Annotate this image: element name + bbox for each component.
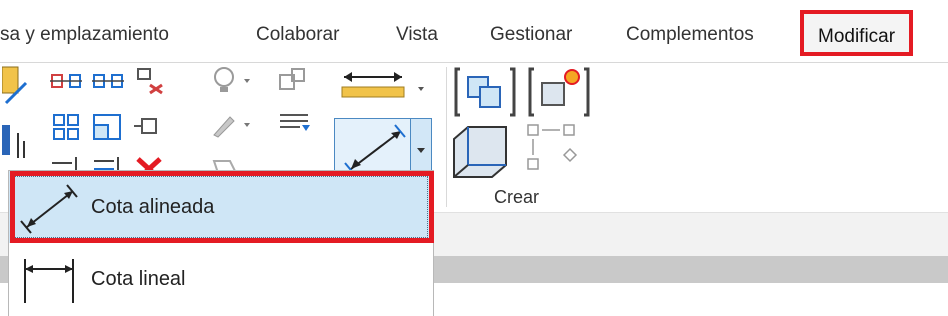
- tab-collaborate[interactable]: Colaborar: [256, 18, 339, 52]
- match-properties-icon[interactable]: [278, 67, 308, 93]
- menu-item-linear-dimension[interactable]: Cota lineal: [9, 247, 433, 311]
- aligned-dimension-button-icon: [344, 124, 406, 176]
- array-icon[interactable]: [50, 113, 82, 141]
- tab-view[interactable]: Vista: [396, 18, 438, 52]
- create-assembly-icon[interactable]: [452, 65, 518, 119]
- menu-item-label: Cota lineal: [91, 268, 186, 290]
- create-panel-label: Crear: [494, 187, 540, 207]
- dimension-dropdown-menu: Cota alineada Cota lineal: [8, 170, 434, 316]
- lightbulb-icon[interactable]: [210, 65, 270, 95]
- create-group-icon[interactable]: [526, 63, 592, 119]
- tab-modify[interactable]: Modificar: [800, 10, 914, 56]
- tab-massing-site[interactable]: sa y emplazamiento: [0, 18, 169, 52]
- tab-manage[interactable]: Gestionar: [490, 18, 572, 52]
- create-similar-icon[interactable]: [524, 121, 586, 177]
- menu-item-label: Cota alineada: [91, 196, 215, 218]
- partial-modify-tools-icon[interactable]: [2, 63, 32, 183]
- ribbon-tab-bar: sa y emplazamiento Colaborar Vista Gesti…: [0, 0, 948, 62]
- panel-separator: [446, 67, 447, 207]
- linear-dimension-icon: [24, 259, 74, 303]
- offset-icon[interactable]: [92, 69, 124, 93]
- scale-icon[interactable]: [92, 113, 124, 141]
- menu-item-aligned-dimension[interactable]: Cota alineada: [9, 171, 433, 243]
- linework-icon[interactable]: [278, 109, 312, 137]
- tab-addins[interactable]: Complementos: [626, 18, 754, 52]
- measure-tool-icon[interactable]: [338, 65, 428, 105]
- pin-icon[interactable]: [132, 113, 164, 141]
- aligned-dimension-icon: [20, 184, 78, 234]
- create-parts-icon[interactable]: [448, 121, 512, 179]
- paint-icon[interactable]: [210, 109, 270, 139]
- align-icon[interactable]: [50, 69, 82, 93]
- unpin-icon[interactable]: [132, 65, 164, 95]
